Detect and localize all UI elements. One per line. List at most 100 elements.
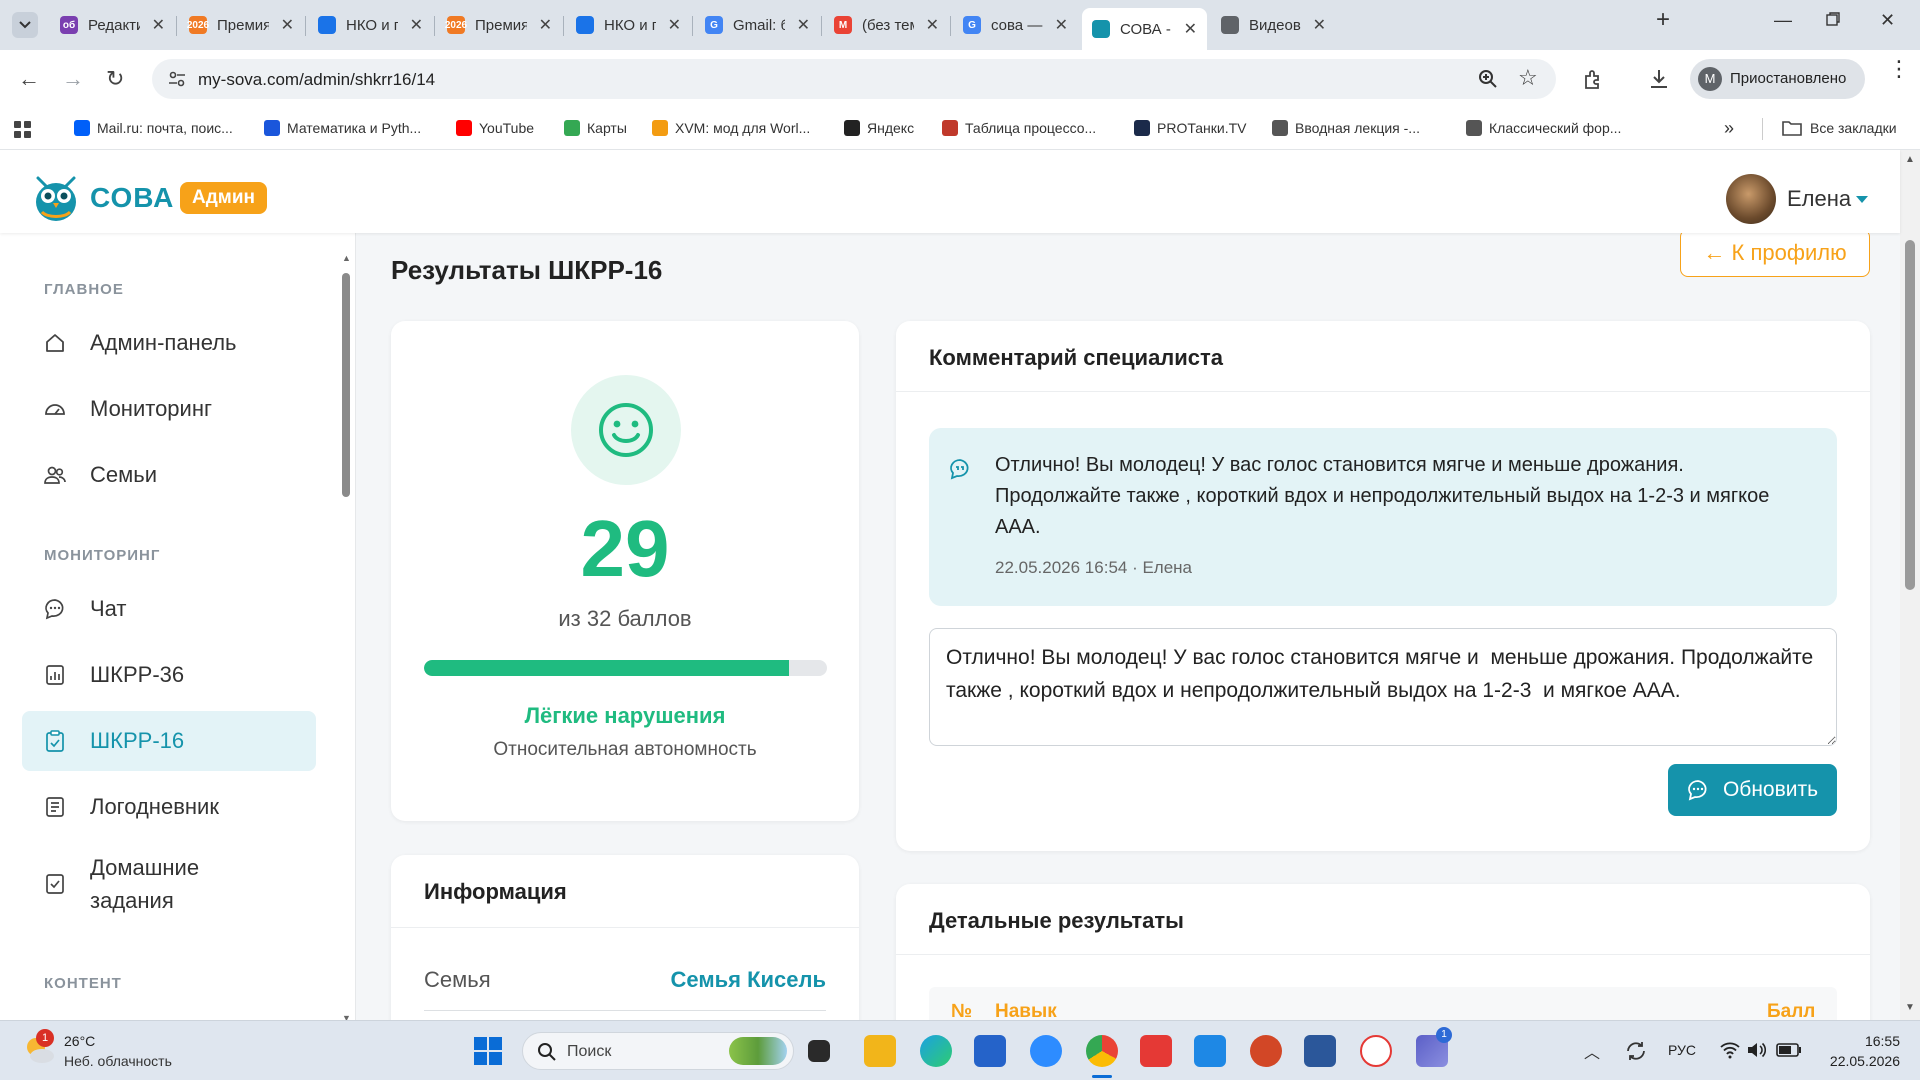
bookmark-item[interactable]: Карты xyxy=(564,120,627,136)
sidebar-scroll-thumb[interactable] xyxy=(342,273,350,497)
back-button[interactable]: ← xyxy=(18,66,40,92)
page-scrollbar[interactable]: ▲ ▼ xyxy=(1900,150,1920,1020)
clock-time[interactable]: 16:55 xyxy=(1830,1033,1900,1049)
word-icon[interactable] xyxy=(1304,1035,1336,1067)
browser-tab[interactable]: G Gmail: без ✕ xyxy=(695,8,820,42)
bookmark-item[interactable]: Mail.ru: почта, поис... xyxy=(74,120,233,136)
bookmark-item[interactable]: XVM: мод для Worl... xyxy=(652,120,810,136)
sidebar-item-shkrr36[interactable]: ШКРР-36 xyxy=(22,645,316,705)
scroll-down-icon[interactable]: ▼ xyxy=(342,1013,351,1020)
weather-widget[interactable]: 1 xyxy=(22,1029,56,1067)
tab-close-icon[interactable]: ✕ xyxy=(539,15,552,35)
sync-icon[interactable] xyxy=(1624,1039,1648,1063)
volume-icon[interactable] xyxy=(1746,1040,1766,1060)
bookmark-item[interactable]: Математика и Pyth... xyxy=(264,120,421,136)
language-indicator[interactable]: РУС xyxy=(1668,1042,1696,1058)
minimize-button[interactable]: — xyxy=(1774,10,1792,31)
app-logo-text[interactable]: СОВА xyxy=(90,182,174,214)
page-scroll-thumb[interactable] xyxy=(1905,240,1915,590)
browser-tab[interactable]: НКО и про ✕ xyxy=(308,8,433,42)
notepad-icon[interactable] xyxy=(1194,1035,1226,1067)
family-link[interactable]: Семья Кисель xyxy=(591,967,826,993)
tab-close-icon[interactable]: ✕ xyxy=(797,15,810,35)
browser-tab[interactable]: Gсова — ре ✕ xyxy=(953,8,1078,42)
caret-down-icon[interactable] xyxy=(1856,196,1868,204)
tab-close-icon[interactable]: ✕ xyxy=(152,15,165,35)
bookmark-item[interactable]: Классический фор... xyxy=(1466,120,1621,136)
browser-tab[interactable]: 2026 Премия # ✕ xyxy=(179,8,304,42)
apps-grid-icon[interactable] xyxy=(14,121,32,139)
comment-textarea[interactable]: Отлично! Вы молодец! У вас голос станови… xyxy=(929,628,1837,746)
download-icon[interactable] xyxy=(1648,68,1670,90)
more-bookmarks-icon[interactable]: » xyxy=(1724,118,1734,139)
bookmark-item[interactable]: Яндекс xyxy=(844,120,914,136)
bookmark-item[interactable]: PROТанки.TV xyxy=(1134,120,1247,136)
anydesk-icon[interactable] xyxy=(1140,1035,1172,1067)
bookmark-star-icon[interactable]: ☆ xyxy=(1518,65,1538,91)
sidebar-item-admin-panel[interactable]: Админ-панель xyxy=(22,313,316,373)
user-name[interactable]: Елена xyxy=(1787,186,1851,212)
tab-close-icon[interactable]: ✕ xyxy=(668,15,681,35)
taskbar-search[interactable]: Поиск xyxy=(522,1032,794,1070)
tab-close-icon[interactable]: ✕ xyxy=(926,15,939,35)
store-icon[interactable] xyxy=(974,1035,1006,1067)
bookmark-item[interactable]: YouTube xyxy=(456,120,534,136)
site-settings-icon[interactable] xyxy=(168,70,186,88)
bookmark-item[interactable]: Вводная лекция -... xyxy=(1272,120,1420,136)
update-comment-button[interactable]: Обновить xyxy=(1668,764,1837,816)
sidebar-scrollbar[interactable]: ▲ ▼ xyxy=(342,253,351,1020)
weather-temp[interactable]: 26°C xyxy=(64,1033,95,1049)
weather-desc[interactable]: Неб. облачность xyxy=(64,1053,172,1069)
wifi-icon[interactable] xyxy=(1720,1041,1740,1059)
browser-tab[interactable]: Видеовстр ✕ xyxy=(1211,8,1336,42)
tab-list-button[interactable] xyxy=(12,12,38,38)
tab-close-icon[interactable]: ✕ xyxy=(410,15,423,35)
sidebar-item-shkrr16[interactable]: ШКРР-16 xyxy=(22,711,316,771)
powerpoint-icon[interactable] xyxy=(1250,1035,1282,1067)
omnibox[interactable]: my-sova.com/admin/shkrr16/14 ☆ xyxy=(152,59,1556,99)
maximize-button[interactable] xyxy=(1826,10,1840,31)
browser-tab[interactable]: СОВА - Ад ✕ xyxy=(1082,8,1207,50)
chrome-icon[interactable] xyxy=(1086,1035,1118,1067)
browser-menu-icon[interactable]: ⋮ xyxy=(1888,58,1910,80)
tab-close-icon[interactable]: ✕ xyxy=(281,15,294,35)
task-view-icon[interactable] xyxy=(808,1040,830,1062)
user-avatar[interactable] xyxy=(1726,174,1776,224)
edge-icon[interactable] xyxy=(920,1035,952,1067)
url-text[interactable]: my-sova.com/admin/shkrr16/14 xyxy=(198,70,435,90)
browser-tab[interactable]: 2026 Премия # ✕ xyxy=(437,8,562,42)
windows-start-icon[interactable] xyxy=(474,1037,502,1065)
scroll-down-icon[interactable]: ▼ xyxy=(1905,1002,1915,1013)
extensions-icon[interactable] xyxy=(1582,68,1604,90)
users-icon xyxy=(44,466,66,484)
back-to-profile-button[interactable]: ← К профилю xyxy=(1680,229,1870,277)
close-window-button[interactable]: ✕ xyxy=(1880,10,1895,31)
owl-logo-icon[interactable] xyxy=(30,172,82,224)
tray-chevron-icon[interactable]: ︿ xyxy=(1584,1039,1600,1063)
tab-close-icon[interactable]: ✕ xyxy=(1055,15,1068,35)
zoom-icon[interactable] xyxy=(1478,69,1498,89)
scroll-up-icon[interactable]: ▲ xyxy=(342,253,351,263)
scroll-up-icon[interactable]: ▲ xyxy=(1905,154,1915,165)
tab-close-icon[interactable]: ✕ xyxy=(1184,19,1197,39)
sidebar-item-families[interactable]: Семьи xyxy=(22,445,316,505)
browser-tab[interactable]: M (без темы) ✕ xyxy=(824,8,949,42)
sidebar-item-logodiary[interactable]: Логодневник xyxy=(22,777,316,837)
reload-button[interactable]: ↻ xyxy=(106,66,124,92)
new-tab-button[interactable]: + xyxy=(1656,6,1670,34)
sidebar-item-homework[interactable]: Домашние задания xyxy=(22,843,316,925)
profile-button[interactable]: M Приостановлено xyxy=(1690,59,1865,99)
tab-close-icon[interactable]: ✕ xyxy=(1313,15,1326,35)
browser-tab[interactable]: об Редактиро ✕ xyxy=(50,8,175,42)
clock-date[interactable]: 22.05.2026 xyxy=(1814,1053,1900,1069)
browser-tab[interactable]: НКО и про ✕ xyxy=(566,8,691,42)
file-explorer-icon[interactable] xyxy=(864,1035,896,1067)
yandex-browser-icon[interactable] xyxy=(1360,1035,1392,1067)
all-bookmarks-button[interactable]: Все закладки xyxy=(1782,120,1897,136)
bookmark-item[interactable]: Таблица процессо... xyxy=(942,120,1096,136)
sidebar-item-chat[interactable]: Чат xyxy=(22,579,316,639)
forward-button[interactable]: → xyxy=(62,66,84,92)
zoom-app-icon[interactable] xyxy=(1030,1035,1062,1067)
sidebar-item-monitoring[interactable]: Мониторинг xyxy=(22,379,316,439)
battery-icon[interactable] xyxy=(1776,1043,1802,1057)
